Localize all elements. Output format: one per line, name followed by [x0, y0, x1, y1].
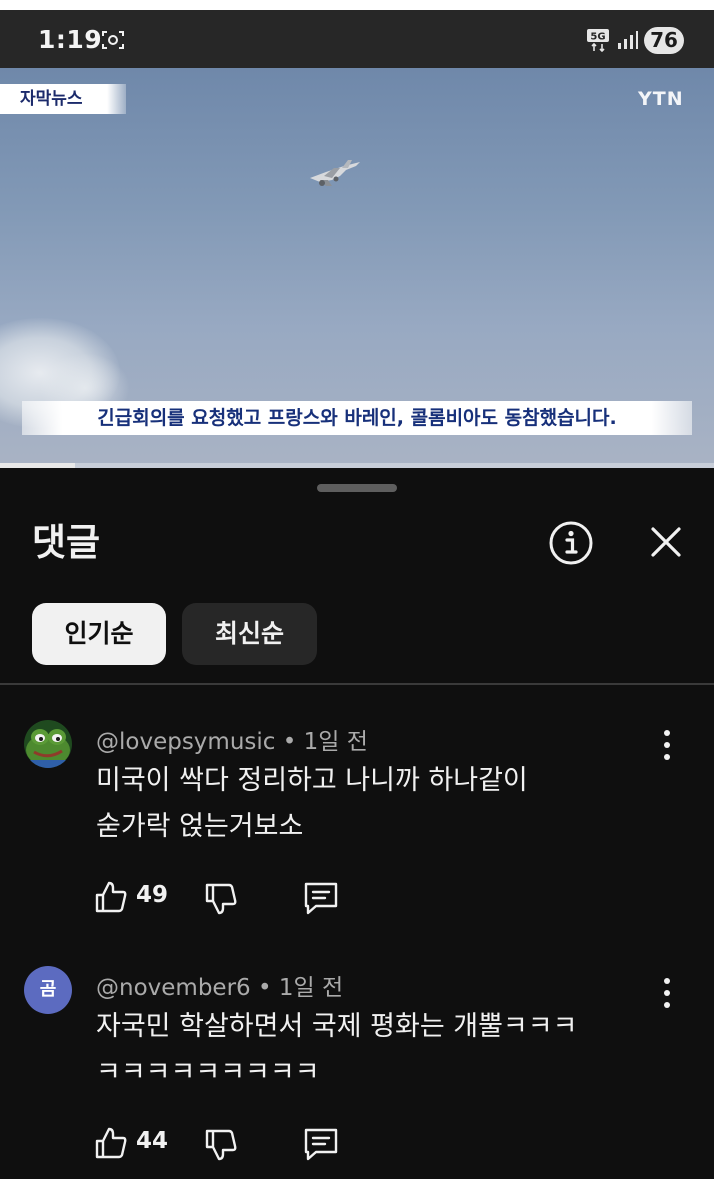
comments-sheet: 댓글 인기순 최신순 @lovepsymusic • 1일 전 미국이 싹다 정… [0, 468, 714, 1179]
drag-handle[interactable] [317, 484, 397, 492]
status-bar: 1:19 5G 76 [0, 10, 714, 68]
dislike-icon[interactable] [204, 882, 238, 916]
5g-network-icon: 5G [587, 29, 609, 52]
info-icon[interactable] [548, 520, 594, 566]
comment-time: • 1일 전 [282, 729, 368, 755]
like-count: 49 [136, 882, 169, 908]
avatar[interactable]: 곰 [24, 966, 72, 1014]
comment-text: 미국이 싹다 정리하고 나니까 하나같이 숟가락 얹는거보소 [96, 758, 656, 850]
sort-chip-popular[interactable]: 인기순 [32, 603, 166, 665]
comment-author[interactable]: @lovepsymusic [96, 729, 275, 755]
status-time: 1:19 [38, 25, 103, 54]
phone-screen: 1:19 5G 76 자막뉴스 YTN 긴급회의를 요청했고 프랑스와 바레인,… [0, 10, 714, 1179]
comment-text: 자국민 학살하면서 국제 평화는 개뿔ㅋㅋㅋ ㅋㅋㅋㅋㅋㅋㅋㅋㅋ [96, 1004, 656, 1096]
comment-text-line: 자국민 학살하면서 국제 평화는 개뿔ㅋㅋㅋ [96, 1011, 578, 1042]
frog-avatar-icon [24, 720, 72, 768]
network-label: 5G [590, 32, 605, 43]
reply-icon[interactable] [302, 1126, 340, 1162]
comment-meta: @november6 • 1일 전 [96, 968, 343, 1002]
video-subtitle: 긴급회의를 요청했고 프랑스와 바레인, 콜롬비아도 동참했습니다. [22, 401, 692, 435]
news-tag: 자막뉴스 [0, 84, 126, 114]
close-icon[interactable] [648, 524, 684, 560]
comment-time: • 1일 전 [257, 975, 344, 1001]
fighter-jet-image [310, 160, 360, 186]
like-count: 44 [136, 1128, 169, 1154]
reply-icon[interactable] [302, 880, 340, 916]
comment-author[interactable]: @november6 [96, 975, 251, 1001]
battery-icon: 76 [644, 27, 684, 54]
comment-text-line: 미국이 싹다 정리하고 나니까 하나같이 [96, 765, 528, 796]
more-options-icon[interactable] [656, 976, 678, 1010]
channel-logo: YTN [638, 88, 684, 110]
comments-title: 댓글 [32, 521, 101, 564]
video-player[interactable]: 자막뉴스 YTN 긴급회의를 요청했고 프랑스와 바레인, 콜롬비아도 동참했습… [0, 68, 714, 468]
avatar[interactable] [24, 720, 72, 768]
comment-text-line: 숟가락 얹는거보소 [96, 811, 304, 842]
dislike-icon[interactable] [204, 1128, 238, 1162]
screen-record-icon [102, 31, 124, 49]
like-icon[interactable] [94, 1126, 128, 1160]
more-options-icon[interactable] [656, 728, 678, 762]
signal-icon [618, 31, 638, 49]
divider [0, 683, 714, 685]
comment-text-line: ㅋㅋㅋㅋㅋㅋㅋㅋㅋ [96, 1057, 320, 1088]
comment-meta: @lovepsymusic • 1일 전 [96, 722, 368, 756]
like-icon[interactable] [94, 880, 128, 914]
sort-chip-newest[interactable]: 최신순 [182, 603, 317, 665]
